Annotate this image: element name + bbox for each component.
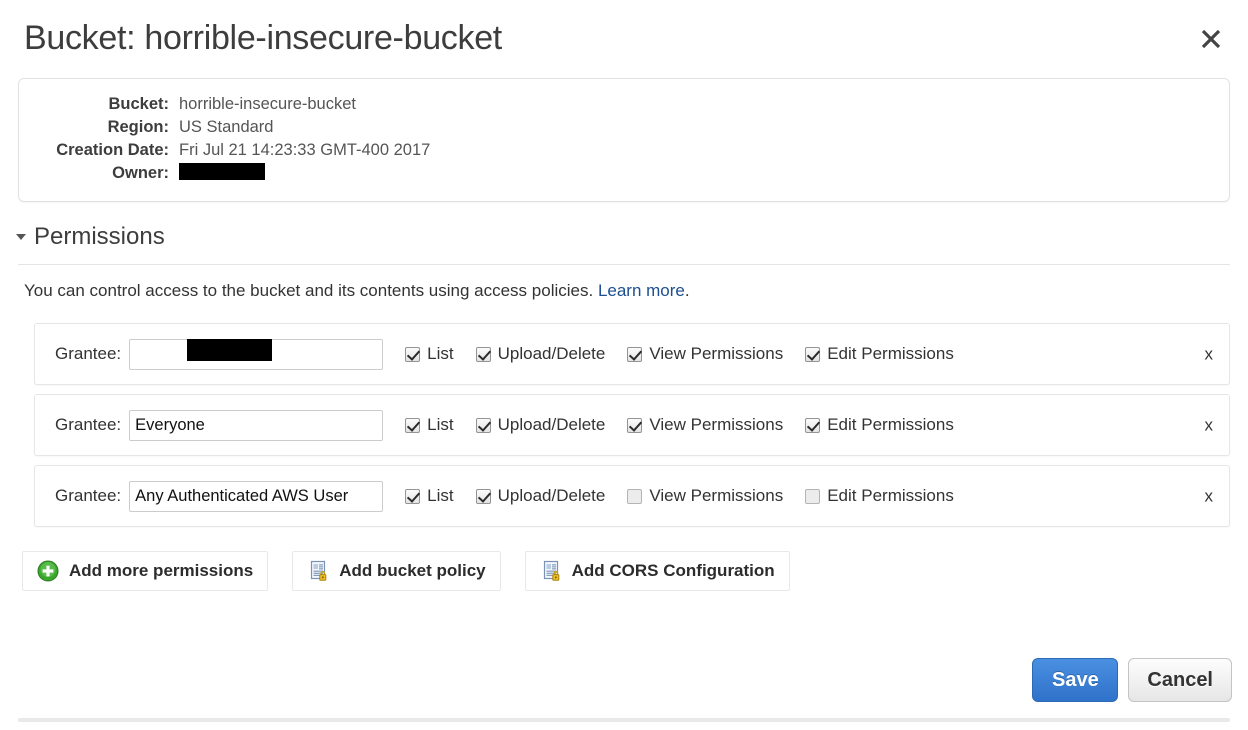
permission-label: Upload/Delete [497, 486, 606, 505]
info-label-owner: Owner: [112, 164, 169, 182]
document-lock-icon [307, 560, 329, 582]
permission-label: Edit Permissions [827, 344, 954, 363]
close-icon[interactable] [1192, 20, 1230, 58]
info-value-owner [179, 162, 430, 185]
green-plus-circle-icon [37, 560, 59, 582]
permission-label: List [427, 344, 454, 363]
table-row: Region: US Standard [19, 116, 430, 139]
intro-tail: . [684, 281, 690, 300]
cancel-button[interactable]: Cancel [1128, 658, 1232, 702]
intro-text: You can control access to the bucket and… [24, 281, 598, 300]
table-row: Bucket: horrible-insecure-bucket [19, 93, 430, 116]
add-cors-configuration-button[interactable]: Add CORS Configuration [524, 551, 790, 591]
permission-label: List [427, 415, 454, 434]
remove-grantee-button[interactable]: x [1205, 417, 1214, 434]
section-title: Permissions [34, 223, 165, 250]
permission-list[interactable]: List [405, 486, 454, 506]
permissions-section-header[interactable]: Permissions [0, 216, 1248, 258]
permission-label: View Permissions [649, 486, 784, 505]
permission-view-permissions[interactable]: View Permissions [627, 486, 783, 506]
action-label: Add more permissions [69, 561, 254, 580]
permission-list[interactable]: List [405, 415, 454, 435]
action-label: Add CORS Configuration [571, 561, 775, 580]
table-row: Owner: [19, 162, 430, 185]
info-label-bucket: Bucket: [108, 95, 169, 113]
grantee-input[interactable] [129, 409, 384, 441]
grantee-input[interactable] [129, 338, 384, 370]
checkbox-list[interactable] [405, 488, 421, 504]
permission-label: Edit Permissions [827, 415, 954, 434]
remove-grantee-button[interactable]: x [1205, 346, 1214, 363]
permission-list[interactable]: List [405, 344, 454, 364]
table-row: Grantee: List Upload/Delete View Permiss… [34, 323, 1230, 385]
action-label: Add bucket policy [339, 561, 486, 580]
permission-label: List [427, 486, 454, 505]
info-value-region: US Standard [179, 118, 274, 136]
permission-label: Edit Permissions [827, 486, 954, 505]
info-label-region: Region: [107, 118, 169, 136]
info-value-creation-date: Fri Jul 21 14:23:33 GMT-400 2017 [179, 141, 431, 159]
permission-checkbox-group: List Upload/Delete View Permissions Edit… [405, 344, 954, 364]
permission-label: Upload/Delete [497, 344, 606, 363]
checkbox-view-permissions[interactable] [627, 346, 643, 362]
learn-more-link[interactable]: Learn more [598, 281, 685, 300]
grantee-label: Grantee: [55, 415, 122, 434]
bucket-properties-dialog: Bucket: horrible-insecure-bucket Bucket:… [0, 0, 1248, 730]
redaction-bar [179, 163, 265, 180]
table-row: Grantee: List Upload/Delete View Permiss… [34, 394, 1230, 456]
permission-upload-delete[interactable]: Upload/Delete [475, 344, 606, 364]
permission-upload-delete[interactable]: Upload/Delete [475, 486, 606, 506]
checkbox-edit-permissions[interactable] [805, 488, 821, 504]
page-title: Bucket: horrible-insecure-bucket [24, 18, 502, 57]
checkbox-edit-permissions[interactable] [805, 417, 821, 433]
dialog-footer: Save Cancel [1032, 658, 1232, 702]
grantee-list: Grantee: List Upload/Delete View Permiss… [34, 323, 1230, 527]
checkbox-upload-delete[interactable] [475, 417, 491, 433]
grantee-label: Grantee: [55, 486, 122, 505]
grantee-input[interactable] [129, 480, 384, 512]
checkbox-edit-permissions[interactable] [805, 346, 821, 362]
document-lock-icon [540, 560, 562, 582]
divider [18, 718, 1230, 722]
info-label-creation-date: Creation Date: [56, 141, 169, 159]
checkbox-upload-delete[interactable] [475, 346, 491, 362]
table-row: Grantee: List Upload/Delete View Permiss… [34, 465, 1230, 527]
permission-edit-permissions[interactable]: Edit Permissions [805, 344, 954, 364]
checkbox-view-permissions[interactable] [627, 488, 643, 504]
permissions-intro-text: You can control access to the bucket and… [0, 265, 1248, 301]
permission-label: Upload/Delete [497, 415, 606, 434]
permission-view-permissions[interactable]: View Permissions [627, 415, 783, 435]
add-bucket-policy-button[interactable]: Add bucket policy [292, 551, 501, 591]
bucket-info-table: Bucket: horrible-insecure-bucket Region:… [19, 93, 430, 185]
checkbox-view-permissions[interactable] [627, 417, 643, 433]
bucket-info-panel: Bucket: horrible-insecure-bucket Region:… [18, 78, 1230, 202]
permission-checkbox-group: List Upload/Delete View Permissions Edit… [405, 415, 954, 435]
action-button-group: Add more permissions Add bucket policy A… [22, 551, 1248, 591]
checkbox-upload-delete[interactable] [475, 488, 491, 504]
permission-label: View Permissions [649, 344, 784, 363]
checkbox-list[interactable] [405, 346, 421, 362]
permission-upload-delete[interactable]: Upload/Delete [475, 415, 606, 435]
permission-label: View Permissions [649, 415, 784, 434]
permission-checkbox-group: List Upload/Delete View Permissions Edit… [405, 486, 954, 506]
permission-edit-permissions[interactable]: Edit Permissions [805, 486, 954, 506]
table-row: Creation Date: Fri Jul 21 14:23:33 GMT-4… [19, 139, 430, 162]
triangle-down-icon[interactable] [16, 234, 26, 240]
add-more-permissions-button[interactable]: Add more permissions [22, 551, 269, 591]
remove-grantee-button[interactable]: x [1205, 488, 1214, 505]
checkbox-list[interactable] [405, 417, 421, 433]
permission-edit-permissions[interactable]: Edit Permissions [805, 415, 954, 435]
dialog-header: Bucket: horrible-insecure-bucket [0, 0, 1248, 76]
permission-view-permissions[interactable]: View Permissions [627, 344, 783, 364]
grantee-label: Grantee: [55, 344, 122, 363]
info-value-bucket: horrible-insecure-bucket [179, 95, 356, 113]
save-button[interactable]: Save [1032, 658, 1119, 702]
